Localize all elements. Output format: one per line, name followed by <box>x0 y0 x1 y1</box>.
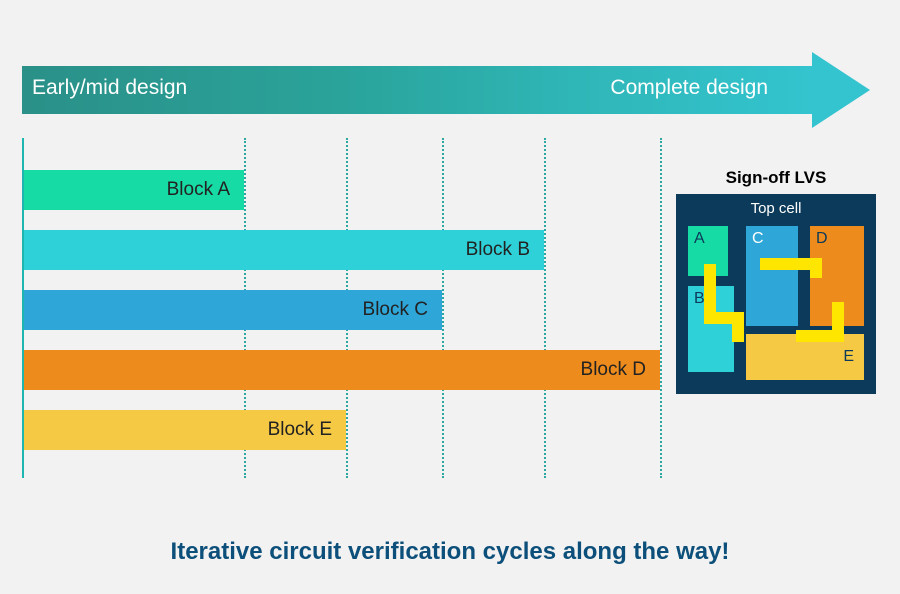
signoff-title: Sign-off LVS <box>676 168 876 188</box>
timeline-vline <box>544 138 546 478</box>
block-a-label: Block A <box>167 179 230 201</box>
block-e-label: Block E <box>268 419 332 441</box>
timeline-arrow: Early/mid design Complete design <box>22 52 878 128</box>
timeline-vline <box>660 138 662 478</box>
connector-icon <box>796 330 844 342</box>
arrow-head-icon <box>812 52 870 128</box>
cell-a-label: A <box>694 230 705 248</box>
block-c-label: Block C <box>363 299 428 321</box>
timeline-vline <box>442 138 444 478</box>
signoff-panel: Sign-off LVS Top cell A B C D E <box>676 168 876 394</box>
block-c-bar: Block C <box>24 290 442 330</box>
block-a-bar: Block A <box>24 170 244 210</box>
caption: Iterative circuit verification cycles al… <box>0 538 900 566</box>
diagram-root: Early/mid design Complete design Block A… <box>0 0 900 594</box>
signoff-box: Top cell A B C D E <box>676 194 876 394</box>
cell-c-label: C <box>752 230 764 248</box>
arrow-label-complete: Complete design <box>610 76 768 100</box>
signoff-subtitle: Top cell <box>676 194 876 217</box>
block-b-bar: Block B <box>24 230 544 270</box>
arrow-label-early: Early/mid design <box>32 76 187 100</box>
cell-d-label: D <box>816 230 828 248</box>
connector-icon <box>810 258 822 278</box>
block-e-bar: Block E <box>24 410 346 450</box>
block-d-bar: Block D <box>24 350 660 390</box>
connector-icon <box>732 312 744 342</box>
block-d-label: Block D <box>581 359 646 381</box>
cell-c: C <box>746 226 798 326</box>
cell-e-label: E <box>843 348 854 366</box>
bars-region: Block A Block B Block C Block D Block E <box>22 160 662 480</box>
block-b-label: Block B <box>466 239 530 261</box>
